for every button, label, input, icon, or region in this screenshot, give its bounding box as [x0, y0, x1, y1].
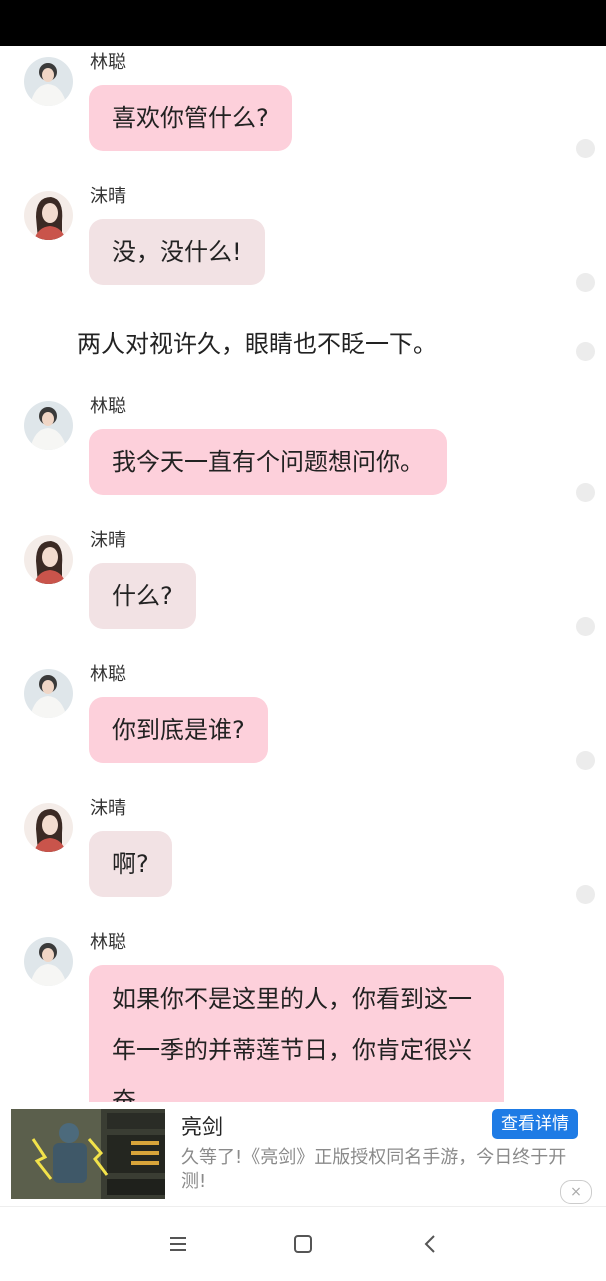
- speaker-name: 林聪: [90, 396, 126, 417]
- comment-dot[interactable]: [576, 342, 595, 361]
- ad-description[interactable]: 久等了!《亮剑》正版授权同名手游，今日终于开测!: [181, 1146, 591, 1194]
- comment-dot[interactable]: [576, 885, 595, 904]
- avatar-lincong[interactable]: [24, 937, 73, 986]
- avatar-moqing[interactable]: [24, 803, 73, 852]
- ad-banner[interactable]: 亮剑 久等了!《亮剑》正版授权同名手游，今日终于开测! 查看详情 ×: [0, 1102, 606, 1206]
- avatar-moqing[interactable]: [24, 191, 73, 240]
- speaker-name: 林聪: [90, 664, 126, 685]
- ad-game-thumbnail[interactable]: [11, 1109, 165, 1199]
- back-chevron-icon[interactable]: [416, 1229, 446, 1259]
- speaker-name: 沫晴: [90, 186, 126, 207]
- speaker-name: 沫晴: [90, 530, 126, 551]
- avatar-moqing[interactable]: [24, 535, 73, 584]
- avatar-lincong[interactable]: [24, 57, 73, 106]
- comment-dot[interactable]: [576, 273, 595, 292]
- message-bubble[interactable]: 如果你不是这里的人，你看到这一年一季的并蒂莲节日，你肯定很兴奋: [89, 965, 504, 1102]
- ad-close-icon[interactable]: ×: [560, 1180, 592, 1204]
- speaker-name: 沫晴: [90, 798, 126, 819]
- view-details-button[interactable]: 查看详情: [492, 1109, 578, 1139]
- ad-title[interactable]: 亮剑: [181, 1111, 223, 1141]
- speaker-name: 林聪: [90, 932, 126, 953]
- message-bubble[interactable]: 喜欢你管什么?: [89, 85, 292, 151]
- message-bubble[interactable]: 没，没什么!: [89, 219, 265, 285]
- system-navigation-bar: [0, 1206, 606, 1281]
- narration-text: 两人对视许久，眼睛也不眨一下。: [77, 330, 437, 358]
- comment-dot[interactable]: [576, 751, 595, 770]
- menu-icon[interactable]: [163, 1229, 193, 1259]
- avatar-lincong[interactable]: [24, 401, 73, 450]
- status-bar: [0, 0, 606, 46]
- message-bubble[interactable]: 我今天一直有个问题想问你。: [89, 429, 447, 495]
- message-bubble[interactable]: 什么?: [89, 563, 196, 629]
- comment-dot[interactable]: [576, 617, 595, 636]
- speaker-name: 林聪: [90, 52, 126, 73]
- message-bubble[interactable]: 你到底是谁?: [89, 697, 268, 763]
- message-bubble[interactable]: 啊?: [89, 831, 172, 897]
- chat-feed[interactable]: 林聪 喜欢你管什么? 沫晴 没，没什么! 两人对视许久，眼睛也不眨一下。 林聪 …: [0, 46, 606, 1102]
- home-square-icon[interactable]: [288, 1229, 318, 1259]
- comment-dot[interactable]: [576, 139, 595, 158]
- avatar-lincong[interactable]: [24, 669, 73, 718]
- comment-dot[interactable]: [576, 483, 595, 502]
